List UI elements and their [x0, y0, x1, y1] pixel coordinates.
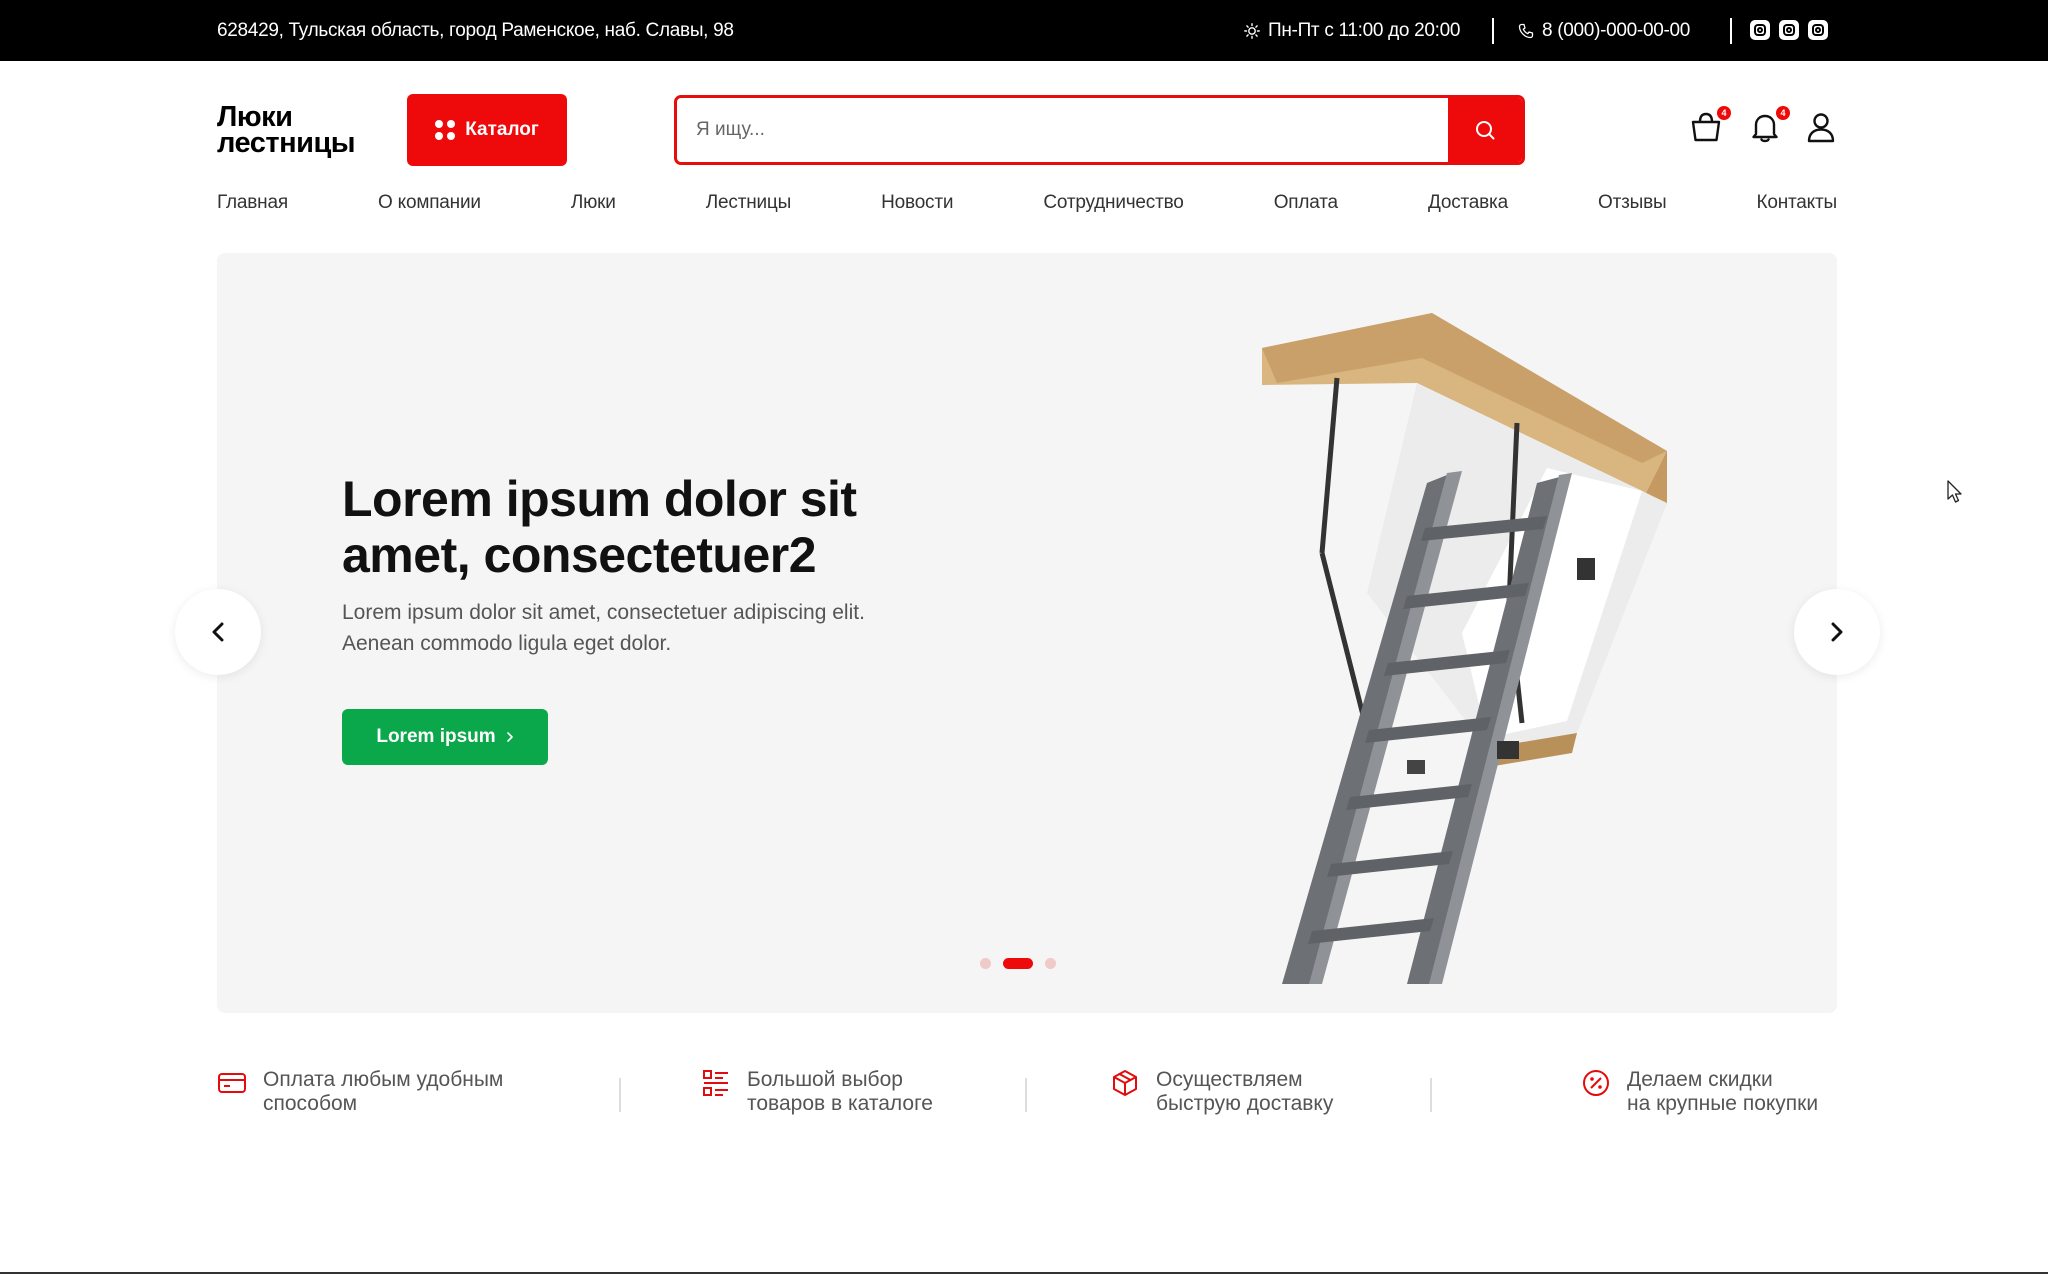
hours-text: Пн-Пт с 11:00 до 20:00	[1268, 20, 1461, 41]
logo-line-2: лестницы	[217, 127, 356, 159]
slider-next-button[interactable]	[1794, 589, 1880, 675]
feature-item: Осуществляем быструю доставку	[1110, 1068, 1333, 1116]
hero-title: Lorem ipsum dolor sit amet, consectetuer…	[342, 471, 857, 583]
feature-line-2: быструю доставку	[1156, 1092, 1334, 1115]
search-icon	[1476, 121, 1495, 140]
slider-prev-button[interactable]	[175, 589, 261, 675]
features-row: Оплата любым удобным способом Большой выб…	[217, 1068, 1837, 1120]
instagram-icon[interactable]	[1808, 20, 1828, 40]
chevron-right-icon	[1831, 622, 1843, 642]
chevron-right-icon	[506, 732, 513, 742]
instagram-icon[interactable]	[1750, 20, 1770, 40]
profile-button[interactable]	[1804, 110, 1840, 146]
hero-description: Lorem ipsum dolor sit amet, consectetuer…	[342, 601, 865, 655]
nav-item-about[interactable]: О компании	[378, 192, 481, 214]
slider-pagination	[980, 958, 1056, 969]
notifications-button[interactable]: 4	[1748, 106, 1790, 146]
nav-item-home[interactable]: Главная	[217, 192, 288, 214]
feature-item: Большой выбор товаров в каталоге	[701, 1068, 933, 1116]
nav-item-reviews[interactable]: Отзывы	[1598, 192, 1667, 214]
nav-item-hatches[interactable]: Люки	[571, 192, 616, 214]
catalog-button[interactable]: Каталог	[407, 94, 567, 166]
divider	[1730, 18, 1732, 44]
box-icon	[1113, 1070, 1137, 1096]
mouse-cursor-icon	[1947, 480, 1962, 503]
credit-card-icon	[218, 1073, 246, 1093]
phone-text: 8 (000)-000-00-00	[1542, 20, 1691, 41]
cart-count-badge: 4	[1717, 106, 1731, 120]
top-bar: 628429, Тульская область, город Раменско…	[0, 0, 2048, 61]
nav-item-partnership[interactable]: Сотрудничество	[1043, 192, 1184, 214]
search-bar	[674, 95, 1525, 165]
logo[interactable]: Люки лестницы	[217, 103, 356, 159]
main-nav: Главная О компании Люки Лестницы Новости…	[217, 192, 1837, 214]
slider-dot-active[interactable]	[1003, 958, 1033, 969]
address-text: 628429, Тульская область, город Раменско…	[217, 20, 734, 41]
chevron-left-icon	[212, 622, 224, 642]
search-input[interactable]	[677, 98, 1451, 162]
feature-line-2: на крупные покупки	[1627, 1092, 1819, 1115]
feature-line-1: Делаем скидки	[1627, 1068, 1773, 1091]
hero-slider: Lorem ipsum dolor sit amet, consectetuer…	[217, 253, 1837, 1013]
discount-icon	[1583, 1070, 1609, 1096]
hero-cta-button[interactable]: Lorem ipsum	[342, 709, 548, 765]
slider-dot[interactable]	[980, 958, 991, 969]
nav-item-stairs[interactable]: Лестницы	[706, 192, 791, 214]
divider	[619, 1078, 621, 1112]
user-icon	[1807, 113, 1835, 143]
divider	[1430, 1078, 1432, 1112]
social-links	[1750, 20, 1828, 40]
attic-ladder-image	[1262, 313, 1667, 984]
feature-item: Оплата любым удобным способом	[217, 1068, 503, 1116]
hero-cta-label: Lorem ipsum	[376, 726, 496, 747]
nav-item-contacts[interactable]: Контакты	[1756, 192, 1837, 214]
working-hours: Пн-Пт с 11:00 до 20:00	[1244, 20, 1460, 42]
list-icon	[703, 1070, 728, 1096]
divider	[1025, 1078, 1027, 1112]
feature-line-2: товаров в каталоге	[747, 1092, 933, 1115]
feature-line-2: способом	[263, 1092, 358, 1115]
nav-item-delivery[interactable]: Доставка	[1428, 192, 1508, 214]
phone-icon	[1518, 23, 1534, 39]
feature-line-1: Осуществляем	[1156, 1068, 1303, 1091]
search-button[interactable]	[1448, 98, 1522, 162]
phone-link[interactable]: 8 (000)-000-00-00	[1518, 20, 1690, 42]
feature-line-1: Оплата любым удобным	[263, 1068, 504, 1091]
instagram-icon[interactable]	[1779, 20, 1799, 40]
feature-line-1: Большой выбор	[747, 1068, 903, 1091]
divider	[1492, 18, 1494, 44]
notifications-count-badge: 4	[1776, 106, 1790, 120]
grid-dots-icon	[435, 120, 456, 140]
nav-item-payment[interactable]: Оплата	[1274, 192, 1338, 214]
sun-icon	[1244, 23, 1260, 39]
nav-item-news[interactable]: Новости	[881, 192, 953, 214]
feature-item: Делаем скидки на крупные покупки	[1581, 1068, 1818, 1116]
cart-button[interactable]: 4	[1689, 106, 1731, 146]
slider-dot[interactable]	[1045, 958, 1056, 969]
catalog-label: Каталог	[465, 119, 539, 140]
